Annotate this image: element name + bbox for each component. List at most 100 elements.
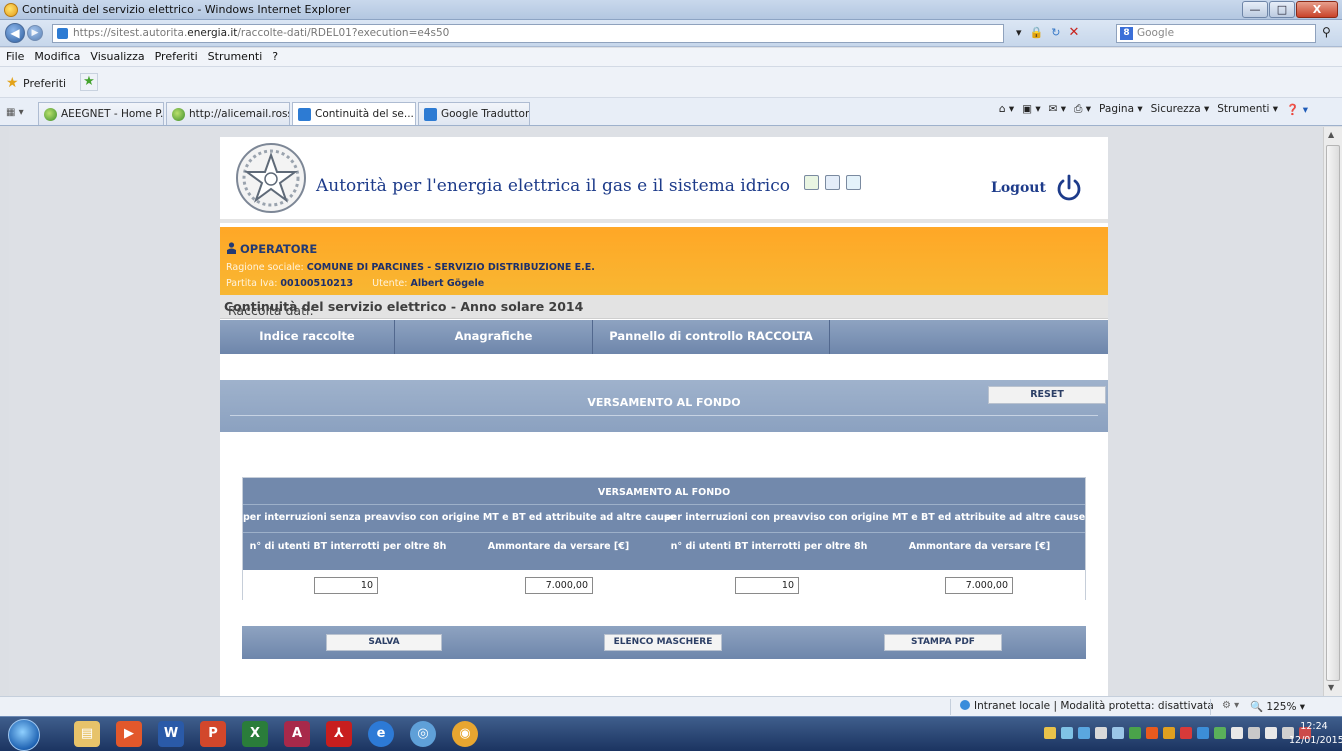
zoom-level[interactable]: 🔍 125% ▾ bbox=[1250, 700, 1305, 713]
tray-icon[interactable] bbox=[1214, 727, 1226, 739]
ammontare-con-preavviso-input[interactable] bbox=[945, 577, 1013, 594]
menu-file[interactable]: File bbox=[0, 48, 28, 63]
tray-icon[interactable] bbox=[1078, 727, 1090, 739]
site-header: Autorità per l'energia elettrica il gas … bbox=[220, 137, 1108, 223]
tray-icon[interactable] bbox=[1112, 727, 1124, 739]
taskbar: ▤ ▶ W P X A ⅄ e ◎ ◉ 12:24 12/01/2015 bbox=[0, 716, 1342, 751]
mail-icon[interactable]: ✉ ▾ bbox=[1045, 103, 1070, 116]
forward-icon[interactable]: ▶ bbox=[27, 25, 43, 41]
power-icon[interactable] bbox=[1055, 174, 1083, 202]
home-icon[interactable]: ⌂ ▾ bbox=[995, 103, 1018, 116]
utente-label: Utente: bbox=[372, 278, 408, 289]
nav-indice-raccolte[interactable]: Indice raccolte bbox=[220, 320, 395, 354]
chrome-icon[interactable]: ◉ bbox=[452, 721, 478, 747]
scroll-up-icon[interactable]: ▲ bbox=[1328, 130, 1334, 139]
partita-iva-label: Partita Iva: bbox=[226, 278, 278, 289]
tray-icon[interactable] bbox=[1231, 727, 1243, 739]
reset-button[interactable]: RESET bbox=[988, 386, 1106, 404]
intranet-icon bbox=[960, 700, 970, 710]
feeds-icon[interactable]: ▣ ▾ bbox=[1018, 103, 1045, 116]
explorer-folder-icon[interactable]: ▤ bbox=[74, 721, 100, 747]
favorites-button[interactable]: Preferiti bbox=[23, 77, 66, 90]
menu-help[interactable]: ? bbox=[266, 48, 282, 63]
tray-icon[interactable] bbox=[1061, 727, 1073, 739]
stop-icon[interactable]: ✕ bbox=[1064, 24, 1083, 42]
acrobat-icon[interactable]: ⅄ bbox=[326, 721, 352, 747]
raccolta-bar: Raccolta dati: Continuità del servizio e… bbox=[220, 295, 1108, 319]
table-divider bbox=[243, 532, 1085, 533]
protected-mode-icon[interactable]: ⚙ ▾ bbox=[1222, 700, 1239, 711]
action-bar: SALVA ELENCO MASCHERE STAMPA PDF bbox=[242, 626, 1086, 659]
back-icon[interactable]: ◀ bbox=[5, 23, 25, 43]
search-input[interactable]: 8 Google bbox=[1116, 24, 1316, 43]
word-icon[interactable]: W bbox=[158, 721, 184, 747]
stampa-pdf-button[interactable]: STAMPA PDF bbox=[884, 634, 1002, 651]
table-divider bbox=[243, 504, 1085, 505]
menu-modifica[interactable]: Modifica bbox=[28, 48, 84, 63]
utente-value: Albert Gögele bbox=[410, 278, 485, 289]
help-icon[interactable]: ❓ ▾ bbox=[1282, 103, 1312, 116]
print-icon[interactable]: ⎙ ▾ bbox=[1070, 103, 1095, 116]
water-sector-icon[interactable] bbox=[846, 175, 861, 190]
tab-continuita[interactable]: Continuità del se...X bbox=[292, 102, 416, 125]
quick-tabs-icon[interactable]: ▦ ▾ bbox=[6, 107, 24, 118]
refresh-icon[interactable]: ↻ bbox=[1047, 24, 1064, 42]
tray-icon[interactable] bbox=[1044, 727, 1056, 739]
security-zone[interactable]: Intranet locale | Modalità protetta: dis… bbox=[960, 700, 1214, 712]
address-bar[interactable]: https://sitest.autorita.energia.it/racco… bbox=[52, 24, 1004, 43]
tray-icon[interactable] bbox=[1248, 727, 1260, 739]
tray-icon[interactable] bbox=[1129, 727, 1141, 739]
access-icon[interactable]: A bbox=[284, 721, 310, 747]
tab-google-traduttore[interactable]: Google Traduttore bbox=[418, 102, 530, 125]
start-button[interactable] bbox=[8, 719, 40, 751]
scroll-down-icon[interactable]: ▼ bbox=[1328, 683, 1334, 692]
utenti-con-preavviso-input[interactable] bbox=[735, 577, 799, 594]
nav-anagrafiche[interactable]: Anagrafiche bbox=[395, 320, 593, 354]
add-favorite-icon[interactable]: ★ bbox=[80, 73, 98, 91]
excel-icon[interactable]: X bbox=[242, 721, 268, 747]
lock-icon[interactable]: 🔒 bbox=[1026, 24, 1048, 42]
browser-icon[interactable]: ◎ bbox=[410, 721, 436, 747]
menu-pagina[interactable]: Pagina ▾ bbox=[1095, 103, 1147, 116]
menu-strumenti-cmd[interactable]: Strumenti ▾ bbox=[1213, 103, 1282, 116]
column-header-utenti: n° di utenti BT interrotti per oltre 8h bbox=[249, 541, 447, 552]
versamento-table: VERSAMENTO AL FONDO per interruzioni sen… bbox=[242, 477, 1086, 600]
close-button[interactable]: X bbox=[1296, 1, 1338, 18]
search-icon[interactable]: ⚲ bbox=[1322, 25, 1331, 39]
favorites-star-icon[interactable]: ★ bbox=[6, 75, 19, 91]
tray-icon[interactable] bbox=[1163, 727, 1175, 739]
gas-sector-icon[interactable] bbox=[825, 175, 840, 190]
scrollbar-thumb[interactable] bbox=[1326, 145, 1340, 681]
internet-explorer-icon[interactable]: e bbox=[368, 721, 394, 747]
raccolta-text: Raccolta dati: Continuità del servizio e… bbox=[224, 299, 584, 318]
powerpoint-icon[interactable]: P bbox=[200, 721, 226, 747]
menu-visualizza[interactable]: Visualizza bbox=[84, 48, 148, 63]
menu-sicurezza[interactable]: Sicurezza ▾ bbox=[1147, 103, 1214, 116]
window-controls: — □ X bbox=[1241, 1, 1338, 18]
nav-pannello-controllo[interactable]: Pannello di controllo RACCOLTA bbox=[593, 320, 830, 354]
menu-strumenti[interactable]: Strumenti bbox=[202, 48, 267, 63]
logout-link[interactable]: Logout bbox=[991, 180, 1046, 196]
tab-alicemail[interactable]: http://alicemail.ross... bbox=[166, 102, 290, 125]
vertical-scrollbar[interactable]: ▲ ▼ bbox=[1323, 127, 1342, 696]
tab-aeegnet[interactable]: AEEGNET - Home P... bbox=[38, 102, 164, 125]
dropdown-icon[interactable]: ▾ bbox=[1012, 24, 1026, 42]
minimize-button[interactable]: — bbox=[1242, 1, 1268, 18]
ragione-sociale-value: COMUNE DI PARCINES - SERVIZIO DISTRIBUZI… bbox=[306, 262, 595, 273]
ammontare-senza-preavviso-input[interactable] bbox=[525, 577, 593, 594]
tray-icon[interactable] bbox=[1197, 727, 1209, 739]
tray-icon[interactable] bbox=[1095, 727, 1107, 739]
menu-preferiti[interactable]: Preferiti bbox=[149, 48, 202, 63]
electricity-sector-icon[interactable] bbox=[804, 175, 819, 190]
elenco-maschere-button[interactable]: ELENCO MASCHERE bbox=[604, 634, 722, 651]
system-clock[interactable]: 12:24 12/01/2015 bbox=[1289, 720, 1342, 748]
menu-bar: File Modifica Visualizza Preferiti Strumenti… bbox=[0, 48, 1342, 67]
salva-button[interactable]: SALVA bbox=[326, 634, 442, 651]
media-player-icon[interactable]: ▶ bbox=[116, 721, 142, 747]
utenti-senza-preavviso-input[interactable] bbox=[314, 577, 378, 594]
tray-icon[interactable] bbox=[1180, 727, 1192, 739]
maximize-button[interactable]: □ bbox=[1269, 1, 1295, 18]
tray-icon[interactable] bbox=[1146, 727, 1158, 739]
network-icon[interactable] bbox=[1265, 727, 1277, 739]
section-title: VERSAMENTO AL FONDO bbox=[587, 396, 741, 409]
